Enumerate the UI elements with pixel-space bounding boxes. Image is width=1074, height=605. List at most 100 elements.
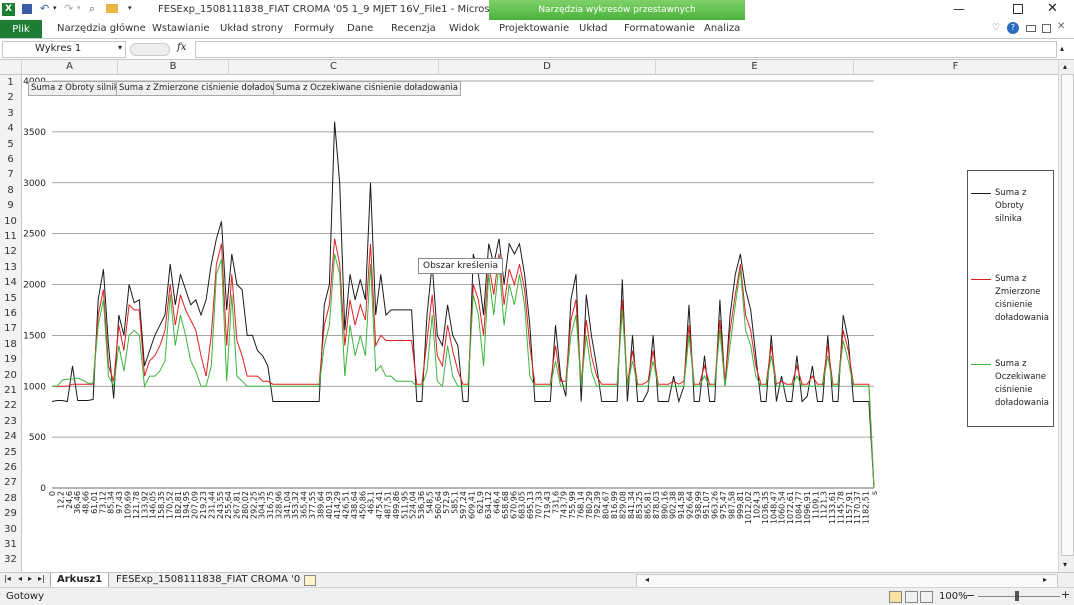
row-header[interactable]: 28	[0, 493, 21, 504]
row-header[interactable]: 18	[0, 339, 21, 350]
help-icon[interactable]: ?	[1007, 22, 1019, 34]
row-header[interactable]: 9	[0, 200, 21, 211]
row-header[interactable]: 13	[0, 262, 21, 273]
tab-recenzja[interactable]: Recenzja	[391, 23, 436, 34]
row-header[interactable]: 7	[0, 169, 21, 180]
ribbon-minimize-icon[interactable]	[1026, 25, 1036, 32]
row-header[interactable]: 17	[0, 323, 21, 334]
fx-icon[interactable]: fx	[177, 42, 186, 53]
normal-view-icon[interactable]	[889, 591, 902, 603]
undo-dropdown-icon[interactable]: ▾	[53, 4, 57, 12]
tab-widok[interactable]: Widok	[449, 23, 480, 34]
name-box[interactable]: Wykres 1 ▾	[2, 41, 126, 58]
row-header[interactable]: 30	[0, 524, 21, 535]
name-box-dropdown-icon[interactable]: ▾	[118, 43, 122, 52]
row-header[interactable]: 27	[0, 477, 21, 488]
row-header[interactable]: 29	[0, 508, 21, 519]
row-header[interactable]: 16	[0, 308, 21, 319]
row-header[interactable]: 6	[0, 154, 21, 165]
field-button-obroty[interactable]: Suma z Obroty silnika	[28, 81, 127, 96]
row-header[interactable]: 23	[0, 416, 21, 427]
qat-customize-icon[interactable]: ▾	[128, 4, 132, 12]
row-header[interactable]: 5	[0, 139, 21, 150]
tab-uklad-strony[interactable]: Układ strony	[220, 23, 283, 34]
undo-icon[interactable]: ↶	[40, 2, 49, 15]
insert-sheet-icon[interactable]	[304, 575, 316, 586]
row-header[interactable]: 12	[0, 246, 21, 257]
field-button-oczekiwane[interactable]: Suma z Oczekiwane ciśnienie doładowania	[273, 81, 462, 96]
heart-icon[interactable]: ♡	[992, 23, 1000, 33]
redo-icon[interactable]: ↷	[64, 2, 73, 15]
tab-wstawianie[interactable]: Wstawianie	[152, 23, 210, 34]
save-icon[interactable]	[22, 4, 32, 14]
formula-bar-collapse-icon[interactable]: ▴	[1060, 44, 1064, 53]
row-header[interactable]: 11	[0, 231, 21, 242]
scroll-down-icon[interactable]: ▾	[1063, 560, 1067, 569]
open-folder-icon[interactable]	[106, 4, 118, 13]
tab-projektowanie[interactable]: Projektowanie	[499, 23, 569, 34]
zoom-in-icon[interactable]: +	[1061, 588, 1070, 601]
sheet-nav-next-icon[interactable]: ▸	[28, 574, 32, 583]
formula-input[interactable]	[195, 41, 1057, 58]
row-header[interactable]: 4	[0, 123, 21, 134]
zoom-slider[interactable]	[978, 596, 1060, 597]
sheet-tab-arkusz1[interactable]: Arkusz1	[50, 573, 110, 588]
chart-legend[interactable]: Suma z Obroty silnika Suma z Zmierzone c…	[967, 170, 1054, 427]
column-header-f[interactable]: F	[854, 60, 1057, 74]
column-header-b[interactable]: B	[118, 60, 229, 74]
tab-analiza[interactable]: Analiza	[704, 23, 740, 34]
tab-formuly[interactable]: Formuły	[294, 23, 334, 34]
zoom-slider-thumb[interactable]	[1015, 591, 1019, 601]
horizontal-scrollbar[interactable]: ◂ ▸	[636, 574, 1058, 588]
sheet-nav-first-icon[interactable]: |◂	[4, 574, 11, 583]
pivot-chart[interactable]: 05001000150020002500300035004000012,224,…	[22, 75, 1058, 572]
formula-bar-expand-icon[interactable]	[130, 43, 170, 56]
row-header[interactable]: 10	[0, 216, 21, 227]
row-header[interactable]: 31	[0, 539, 21, 550]
tab-uklad[interactable]: Układ	[579, 23, 607, 34]
row-header[interactable]: 22	[0, 400, 21, 411]
page-break-view-icon[interactable]	[920, 591, 933, 603]
sheet-tab-data[interactable]: FESExp_1508111838_FIAT CROMA '0	[110, 573, 306, 587]
zoom-level[interactable]: 100%	[939, 591, 968, 602]
row-header[interactable]: 32	[0, 554, 21, 565]
column-header-d[interactable]: D	[439, 60, 656, 74]
scroll-right-icon[interactable]: ▸	[1043, 575, 1047, 584]
tab-narzedzia-glowne[interactable]: Narzędzia główne	[57, 23, 146, 34]
tab-formatowanie[interactable]: Formatowanie	[624, 23, 695, 34]
zoom-out-icon[interactable]: −	[966, 589, 975, 602]
ribbon-close-icon[interactable]: ✕	[1057, 21, 1065, 32]
field-button-zmierzone[interactable]: Suma z Zmierzone ciśnienie doładowania	[116, 81, 299, 96]
row-header[interactable]: 25	[0, 447, 21, 458]
scroll-thumb[interactable]	[1061, 74, 1074, 556]
page-layout-view-icon[interactable]	[905, 591, 918, 603]
file-tab[interactable]: Plik	[0, 20, 42, 38]
tab-dane[interactable]: Dane	[347, 23, 373, 34]
row-header[interactable]: 20	[0, 370, 21, 381]
row-header[interactable]: 24	[0, 431, 21, 442]
sheet-nav-prev-icon[interactable]: ◂	[18, 574, 22, 583]
redo-dropdown-icon[interactable]: ▾	[77, 4, 81, 12]
scroll-up-icon[interactable]: ▴	[1063, 62, 1067, 71]
sheet-nav-last-icon[interactable]: ▸|	[38, 574, 45, 583]
row-header[interactable]: 2	[0, 92, 21, 103]
print-preview-icon[interactable]: ⌕	[89, 2, 95, 16]
column-header-a[interactable]: A	[22, 60, 118, 74]
row-header[interactable]: 8	[0, 185, 21, 196]
row-header[interactable]: 15	[0, 293, 21, 304]
column-header-e[interactable]: E	[656, 60, 854, 74]
vertical-scrollbar[interactable]: ▴ ▾	[1058, 60, 1074, 572]
row-header[interactable]: 14	[0, 277, 21, 288]
scroll-left-icon[interactable]: ◂	[645, 575, 649, 584]
select-all-corner[interactable]	[0, 60, 22, 74]
column-header-c[interactable]: C	[229, 60, 439, 74]
row-header[interactable]: 26	[0, 462, 21, 473]
row-header[interactable]: 3	[0, 108, 21, 119]
row-header[interactable]: 21	[0, 385, 21, 396]
row-header[interactable]: 1	[0, 77, 21, 88]
restore-icon[interactable]	[1013, 4, 1023, 14]
ribbon-restore-icon[interactable]	[1042, 24, 1051, 33]
minimize-icon[interactable]: —	[953, 2, 965, 16]
row-header[interactable]: 19	[0, 354, 21, 365]
close-icon[interactable]: ✕	[1047, 1, 1058, 16]
